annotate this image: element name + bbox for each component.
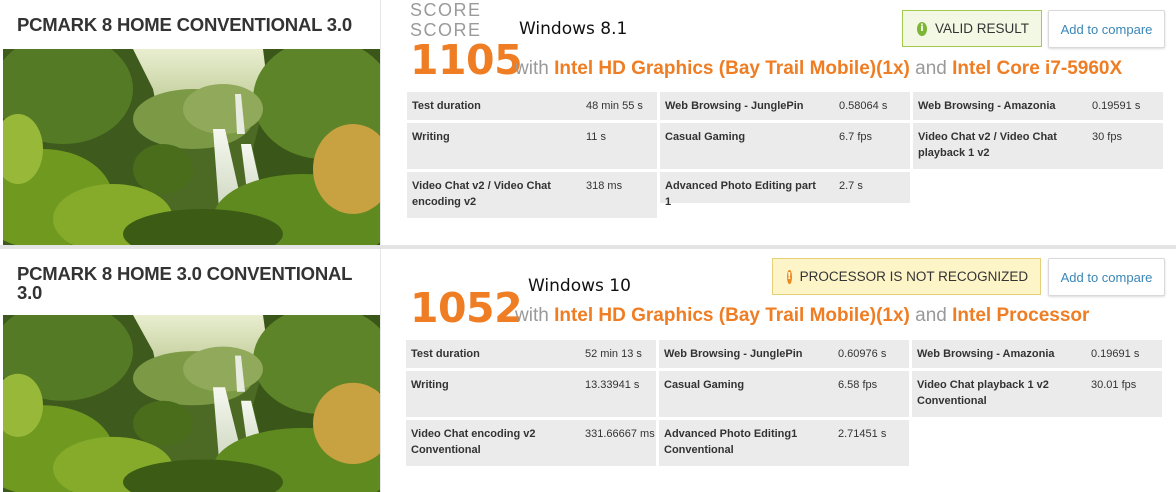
cpu-link[interactable]: Intel Core i7-5960X bbox=[952, 58, 1122, 79]
cpu-link[interactable]: Intel Processor bbox=[952, 305, 1089, 326]
badge-text: PROCESSOR IS NOT RECOGNIZED bbox=[799, 269, 1029, 284]
stat-cell: Video Chat encoding v2 Conventional 331.6… bbox=[406, 420, 656, 466]
result-panel-windows-8-1: PCMARK 8 HOME CONVENTIONAL 3.0 SCORE 110… bbox=[0, 0, 1176, 246]
and-text: and bbox=[915, 305, 947, 326]
stat-cell: Web Browsing - JunglePin 0.60976 s bbox=[659, 340, 909, 368]
stat-value: 0.58064 s bbox=[839, 100, 888, 112]
with-text: with bbox=[515, 58, 549, 79]
stat-cell: Advanced Photo Editing part 1 2.7 s bbox=[660, 172, 910, 208]
score-value: 1105 bbox=[410, 36, 523, 84]
stat-label: Web Browsing - Amazonia bbox=[917, 348, 1055, 360]
gpu-link[interactable]: Intel HD Graphics (Bay Trail Mobile)(1x) bbox=[554, 58, 910, 79]
stat-cell: Web Browsing - JunglePin 0.58064 s bbox=[660, 92, 910, 120]
stat-value: 6.58 fps bbox=[838, 379, 878, 391]
stat-label: Video Chat v2 / Video Chat playback 1 v2 bbox=[918, 131, 1057, 159]
score-value: 1052 bbox=[410, 284, 523, 332]
stat-value: 331.66667 ms bbox=[585, 428, 655, 440]
stat-value: 0.19691 s bbox=[1091, 348, 1140, 360]
stat-value: 318 ms bbox=[586, 180, 623, 192]
score-label: SCORE bbox=[410, 0, 482, 20]
benchmark-title: PCMARK 8 HOME CONVENTIONAL 3.0 bbox=[17, 14, 352, 35]
stat-value: 30 fps bbox=[1092, 131, 1122, 143]
stat-cell: Video Chat v2 / Video Chat playback 1 v2… bbox=[913, 123, 1163, 169]
badge-text: VALID RESULT bbox=[934, 21, 1029, 36]
os-label: Windows 10 bbox=[528, 276, 631, 296]
hardware-line: with Intel HD Graphics (Bay Trail Mobile… bbox=[515, 58, 1122, 80]
with-text: with bbox=[515, 305, 549, 326]
and-text: and bbox=[915, 58, 947, 79]
hardware-line: with Intel HD Graphics (Bay Trail Mobile… bbox=[515, 305, 1089, 327]
stat-label: Writing bbox=[412, 131, 450, 143]
stat-value: 6.7 fps bbox=[839, 131, 873, 143]
stat-value: 30.01 fps bbox=[1091, 379, 1137, 391]
stat-cell: Video Chat v2 / Video Chat encoding v2 31… bbox=[407, 172, 657, 218]
stat-label: Web Browsing - JunglePin bbox=[665, 100, 804, 112]
stat-label: Test duration bbox=[412, 100, 481, 112]
valid-result-badge: i VALID RESULT bbox=[902, 10, 1042, 47]
stat-value: 52 min 13 s bbox=[585, 348, 642, 360]
processor-warning-badge: ! PROCESSOR IS NOT RECOGNIZED bbox=[772, 258, 1041, 295]
stat-label: Advanced Photo Editing1 Conventional bbox=[664, 428, 798, 456]
stat-cell: Video Chat playback 1 v2 Conventional 30.… bbox=[912, 371, 1162, 417]
stat-cell: Advanced Photo Editing1 Conventional 2.71… bbox=[659, 420, 909, 466]
stat-cell: Web Browsing - Amazonia 0.19591 s bbox=[913, 92, 1163, 120]
os-label: Windows 8.1 bbox=[519, 19, 628, 39]
add-to-compare-button[interactable]: Add to compare bbox=[1048, 10, 1165, 48]
stat-value: 48 min 55 s bbox=[586, 100, 643, 112]
stat-label: Video Chat v2 / Video Chat encoding v2 bbox=[412, 180, 551, 208]
stat-label: Writing bbox=[411, 379, 449, 391]
add-to-compare-button[interactable]: Add to compare bbox=[1048, 258, 1165, 296]
stat-value: 2.71451 s bbox=[838, 428, 887, 440]
stat-cell: Test duration 48 min 55 s bbox=[407, 92, 657, 120]
stat-label: Test duration bbox=[411, 348, 480, 360]
stat-label: Advanced Photo Editing part 1 bbox=[665, 180, 816, 208]
gpu-link[interactable]: Intel HD Graphics (Bay Trail Mobile)(1x) bbox=[554, 305, 910, 326]
info-icon: i bbox=[917, 21, 927, 36]
benchmark-title: PCMARK 8 HOME 3.0 CONVENTIONAL 3.0 bbox=[17, 263, 352, 303]
stat-value: 0.19591 s bbox=[1092, 100, 1141, 112]
stat-value: 0.60976 s bbox=[838, 348, 887, 360]
stat-cell: Writing 11 s bbox=[407, 123, 657, 169]
stat-cell: Writing 13.33941 s bbox=[406, 371, 656, 417]
benchmark-banner-image bbox=[3, 315, 380, 492]
benchmark-info-card: PCMARK 8 HOME 3.0 CONVENTIONAL 3.0 bbox=[0, 249, 381, 492]
stat-label: Web Browsing - Amazonia bbox=[918, 100, 1056, 112]
stat-label: Video Chat encoding v2 Conventional bbox=[411, 428, 536, 456]
stat-label: Video Chat playback 1 v2 Conventional bbox=[917, 379, 1049, 407]
stat-label: Casual Gaming bbox=[665, 131, 746, 143]
stat-cell: Casual Gaming 6.58 fps bbox=[659, 371, 909, 417]
benchmark-banner-image bbox=[3, 49, 380, 245]
stat-value: 2.7 s bbox=[839, 180, 863, 192]
stat-cell: Casual Gaming 6.7 fps bbox=[660, 123, 910, 169]
stat-cell: Web Browsing - Amazonia 0.19691 s bbox=[912, 340, 1162, 368]
stat-label: Casual Gaming bbox=[664, 379, 745, 391]
benchmark-info-card: PCMARK 8 HOME CONVENTIONAL 3.0 bbox=[0, 0, 381, 246]
warning-icon: ! bbox=[787, 269, 792, 284]
stat-label: Web Browsing - JunglePin bbox=[664, 348, 803, 360]
stat-cell: Test duration 52 min 13 s bbox=[406, 340, 656, 368]
stat-value: 11 s bbox=[586, 131, 606, 143]
stat-value: 13.33941 s bbox=[585, 379, 640, 391]
